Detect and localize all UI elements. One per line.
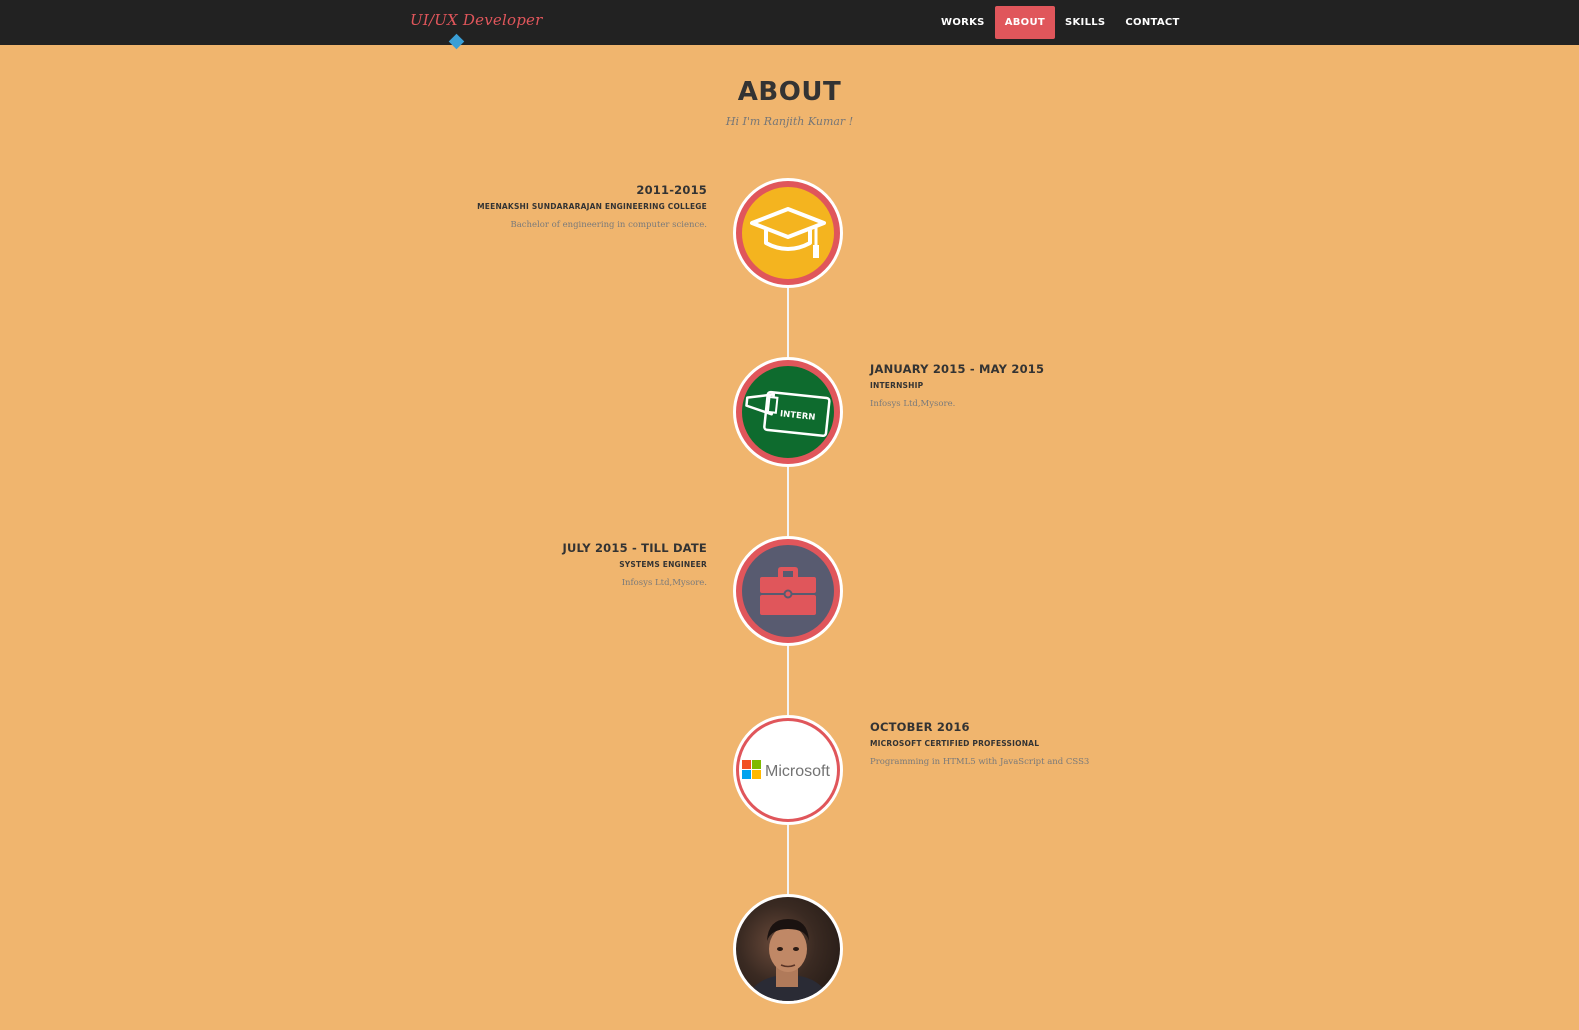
microsoft-logo: Microsoft <box>742 760 830 780</box>
avatar <box>750 919 826 1001</box>
nav-item-skills[interactable]: SKILLS <box>1055 6 1115 39</box>
intern-badge-icon: INTERN <box>745 390 831 438</box>
microsoft-logo-text: Microsoft <box>765 763 830 780</box>
timeline-icon-background <box>736 539 840 643</box>
section-title: ABOUT <box>737 77 842 107</box>
navbar: UI/UX Developer WORKS ABOUT SKILLS CONTA… <box>0 0 1579 50</box>
timeline-item-internship-text: JANUARY 2015 - MAY 2015 INTERNSHIP Infos… <box>870 362 1130 409</box>
intern-badge-text: INTERN <box>779 409 815 423</box>
profile-photo <box>736 897 840 1001</box>
timeline-circle-education <box>733 178 843 288</box>
section-subtitle: Hi I'm Ranjith Kumar ! <box>725 115 854 128</box>
timeline-description: Bachelor of engineering in computer scie… <box>510 220 707 230</box>
active-marker-icon <box>448 33 465 50</box>
timeline-icon-background: INTERN <box>736 360 840 464</box>
timeline-description: Infosys Ltd,Mysore. <box>621 578 707 588</box>
timeline-organization: INTERNSHIP <box>870 381 924 390</box>
timeline-organization: MEENAKSHI SUNDARARAJAN ENGINEERING COLLE… <box>477 202 707 211</box>
timeline-item-job-text: JULY 2015 - TILL DATE SYSTEMS ENGINEER I… <box>447 541 707 588</box>
graduation-cap-icon <box>750 207 826 258</box>
timeline-date: OCTOBER 2016 <box>870 720 970 734</box>
timeline-organization: MICROSOFT CERTIFIED PROFESSIONAL <box>870 739 1040 748</box>
timeline-date: JANUARY 2015 - MAY 2015 <box>870 362 1045 376</box>
timeline-description: Programming in HTML5 with JavaScript and… <box>870 757 1090 767</box>
nav-item-about[interactable]: ABOUT <box>994 6 1055 39</box>
timeline-date: 2011-2015 <box>636 183 707 197</box>
timeline-circle-profile <box>733 894 843 1004</box>
timeline-organization: SYSTEMS ENGINEER <box>619 560 707 569</box>
timeline-circle-job <box>733 536 843 646</box>
brand-logo[interactable]: UI/UX Developer <box>410 11 542 29</box>
timeline-icon-background <box>736 181 840 285</box>
timeline-item-certification-text: OCTOBER 2016 MICROSOFT CERTIFIED PROFESS… <box>870 720 1130 767</box>
briefcase-icon <box>760 567 816 615</box>
nav-links: WORKS ABOUT SKILLS CONTACT <box>931 6 1190 39</box>
timeline-circle-internship: INTERN <box>733 357 843 467</box>
timeline-date: JULY 2015 - TILL DATE <box>562 541 707 555</box>
timeline-icon-background: Microsoft <box>736 718 840 822</box>
timeline-circle-certification: Microsoft <box>733 715 843 825</box>
timeline-item-education-text: 2011-2015 MEENAKSHI SUNDARARAJAN ENGINEE… <box>447 183 707 230</box>
nav-item-works[interactable]: WORKS <box>931 6 995 39</box>
nav-item-contact[interactable]: CONTACT <box>1115 6 1189 39</box>
timeline-description: Infosys Ltd,Mysore. <box>870 399 956 409</box>
